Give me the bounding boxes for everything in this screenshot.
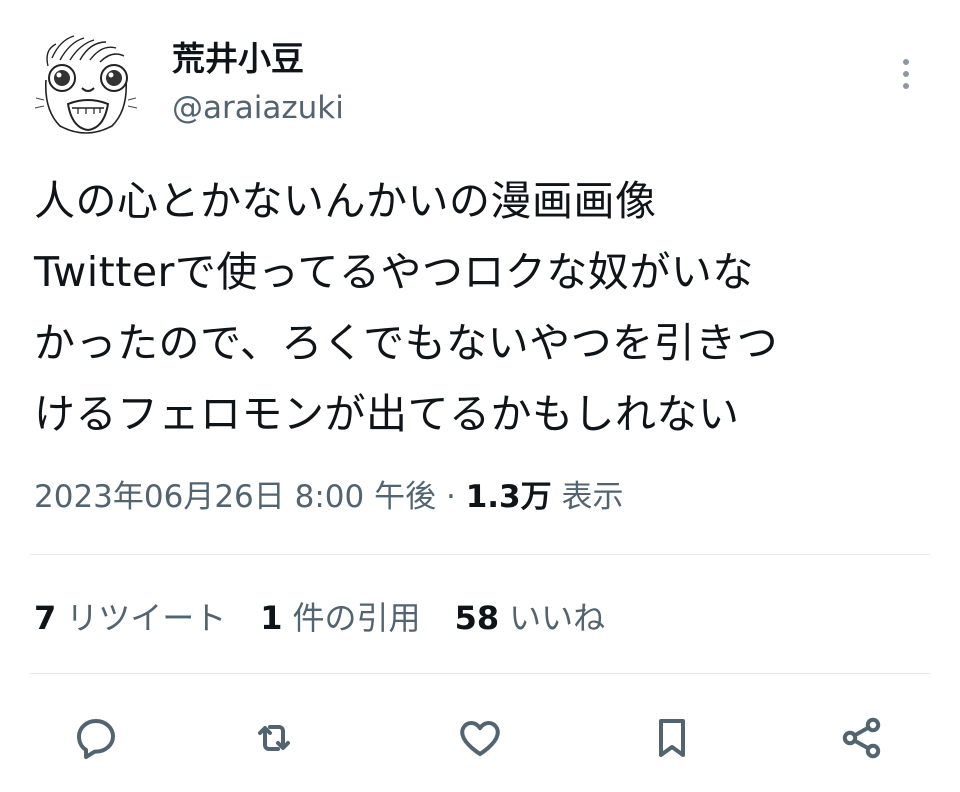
heart-icon (460, 721, 500, 756)
views-label: 表示 (561, 479, 624, 515)
tweet-text: 人の心とかないんかいの漫画画像 Twitterで使ってるやつロクな奴がいな かっ… (34, 166, 924, 450)
retweet-button[interactable] (244, 708, 304, 768)
reply-icon (77, 719, 115, 759)
reply-button[interactable] (66, 708, 126, 768)
retweet-icon (258, 725, 290, 751)
bookmark-button[interactable] (642, 708, 702, 768)
more-dot-icon (903, 83, 909, 89)
likes-label: いいね (509, 599, 606, 637)
share-icon (842, 717, 881, 759)
tweet-text-line: Twitterで使ってるやつロクな奴がいな (34, 248, 754, 296)
tweet-text-line: かったので、ろくでもないやつを引きつ (34, 319, 779, 367)
more-options-button[interactable] (890, 52, 922, 96)
quotes-count: 1 (260, 599, 283, 637)
manga-face-avatar-icon (34, 35, 138, 134)
likes-stat[interactable]: 58 いいね (455, 593, 606, 643)
quotes-label: 件の引用 (292, 599, 421, 637)
retweets-label: リツイート (66, 599, 227, 637)
retweets-stat[interactable]: 7 リツイート (34, 593, 226, 643)
tweet-stats: 7 リツイート 1 件の引用 58 いいね (34, 593, 605, 643)
display-name[interactable]: 荒井小豆 (172, 36, 304, 82)
views-count: 1.3万 (465, 479, 552, 515)
divider (30, 554, 930, 555)
tweet-text-line: 人の心とかないんかいの漫画画像 (34, 177, 657, 225)
tweet-text-line: けるフェロモンが出てるかもしれない (34, 390, 740, 438)
like-button[interactable] (450, 708, 510, 768)
more-dot-icon (903, 59, 909, 65)
action-bar (0, 708, 960, 768)
tweet-meta: 2023年06月26日 8:00 午後 · 1.3万 表示 (34, 472, 623, 522)
bookmark-icon (659, 719, 685, 757)
divider (30, 673, 930, 674)
avatar[interactable] (30, 30, 142, 142)
share-button[interactable] (832, 708, 892, 768)
meta-separator: · (445, 479, 456, 515)
quotes-stat[interactable]: 1 件の引用 (260, 593, 420, 643)
timestamp-link[interactable]: 2023年06月26日 8:00 午後 (34, 479, 436, 515)
more-dot-icon (903, 71, 909, 77)
likes-count: 58 (454, 599, 500, 637)
retweets-count: 7 (34, 599, 57, 637)
tweet: 荒井小豆 @araiazuki 人の心とかないんかいの漫画画像 Twitterで… (0, 0, 960, 792)
username-handle[interactable]: @araiazuki (172, 86, 344, 130)
